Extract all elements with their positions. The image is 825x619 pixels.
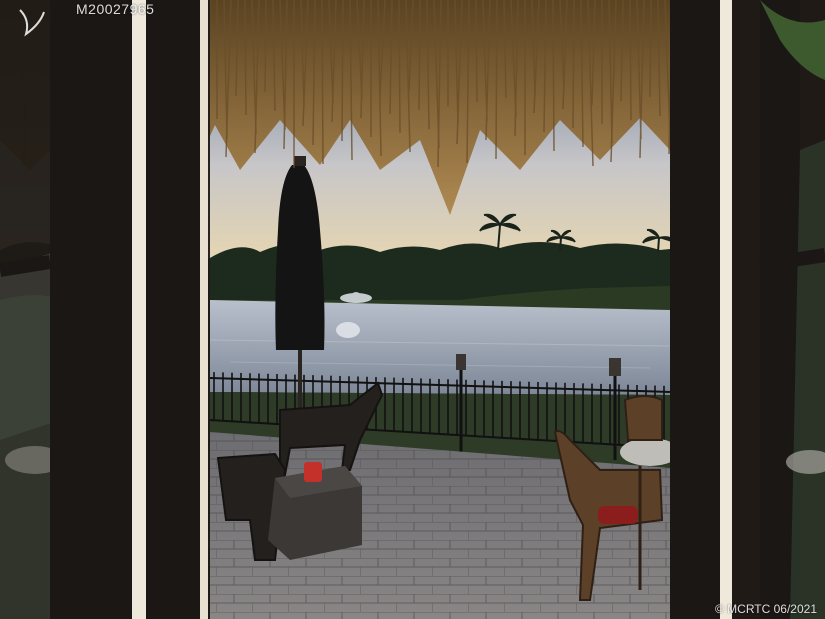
thatch-strand	[398, 0, 401, 134]
listing-id-watermark: M20027965	[76, 1, 155, 17]
thatch-strand	[475, 0, 478, 103]
thatch-strand	[572, 0, 575, 129]
scene-illustration	[0, 0, 825, 619]
thatch-strand	[341, 0, 344, 142]
copyright-watermark: © MCRTC 06/2021	[715, 602, 817, 616]
thatch-strand	[649, 0, 652, 98]
thatch-strand	[321, 0, 324, 165]
thatch-strand	[418, 0, 421, 111]
thatch-strand	[495, 0, 498, 160]
thatch-strand	[244, 0, 247, 116]
left-gazebo-post	[50, 0, 142, 619]
left-curtain-edge	[132, 0, 146, 619]
thatch-strand	[264, 0, 267, 93]
red-candle-holder	[304, 462, 322, 482]
thatch-strand	[629, 0, 632, 121]
thatch-strand	[552, 0, 555, 152]
patio-photo: M20027965 © MCRTC 06/2021	[0, 0, 825, 619]
right-curtain-edge	[720, 0, 732, 619]
